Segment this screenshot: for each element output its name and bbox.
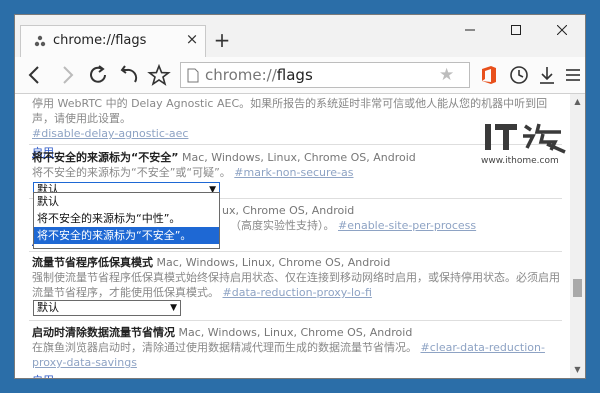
watermark-site-text: www.ithome.com xyxy=(481,156,559,166)
star-icon[interactable] xyxy=(147,64,171,86)
forward-arrow-icon[interactable] xyxy=(55,64,79,86)
clock-icon[interactable] xyxy=(507,64,531,86)
maximize-button[interactable] xyxy=(493,15,539,45)
scroll-down-icon[interactable]: ▼ xyxy=(573,366,582,374)
browser-window: chrome://flags × + chrome://flags ★ 停用 W… xyxy=(14,14,586,379)
url-text: chrome://flags xyxy=(205,66,313,84)
experiment-anchor-link[interactable]: #disable-delay-agnostic-aec xyxy=(32,127,188,140)
experiment-clear-data-savings: 启动时清除数据流量节省情况 Mac, Windows, Linux, Chrom… xyxy=(32,325,562,378)
ithome-watermark: www.ithome.com xyxy=(481,120,573,170)
scroll-up-icon[interactable]: ▲ xyxy=(573,98,582,106)
experiment-name: 将不安全的来源标为“不安全” xyxy=(32,151,179,164)
dropdown-option[interactable]: 默认 xyxy=(34,193,219,210)
mark-non-secure-dropdown[interactable]: 默认 将不安全的来源标为“中性”。 将不安全的来源标为“不安全”。 xyxy=(33,192,220,249)
experiment-anchor-link[interactable]: #enable-site-per-process xyxy=(338,219,476,232)
tab-title: chrome://flags xyxy=(53,33,147,48)
experiment-platforms: Mac, Windows, Linux, Chrome OS, Android xyxy=(156,256,391,269)
data-reduction-lofi-select[interactable]: 默认 ▼ xyxy=(33,300,181,316)
experiment-description: （高度实验性支持）。 xyxy=(230,219,335,232)
enable-link[interactable]: 启用 xyxy=(32,374,54,378)
experiment-anchor-link[interactable]: #data-reduction-proxy-lo-fi xyxy=(223,286,372,299)
maximize-icon xyxy=(511,25,521,35)
divider xyxy=(29,251,562,252)
download-icon[interactable] xyxy=(535,64,559,86)
divider xyxy=(29,320,562,321)
ithome-logo xyxy=(485,123,566,154)
experiment-platforms: Mac, Windows, Linux, Chrome OS, Android xyxy=(181,151,416,164)
new-tab-button[interactable]: + xyxy=(211,29,233,51)
minimize-icon xyxy=(465,29,475,31)
tab-strip: chrome://flags × + xyxy=(15,15,585,57)
dropdown-option-selected[interactable]: 将不安全的来源标为“不安全”。 xyxy=(34,227,219,244)
hamburger-menu-icon[interactable] xyxy=(561,64,585,86)
reload-icon[interactable] xyxy=(87,64,111,86)
flags-favicon-icon xyxy=(34,35,46,47)
tab-close-icon[interactable]: × xyxy=(183,30,201,48)
experiment-platforms: Mac, Windows, Linux, Chrome OS, Android xyxy=(178,326,413,339)
experiment-anchor-link[interactable]: #mark-non-secure-as xyxy=(234,166,353,179)
undo-icon[interactable] xyxy=(117,64,141,86)
chevron-down-icon: ▼ xyxy=(170,303,177,313)
experiment-name: 启动时清除数据流量节省情况 xyxy=(32,326,175,339)
page-icon xyxy=(187,68,199,83)
office-icon[interactable] xyxy=(477,64,501,86)
browser-toolbar: chrome://flags ★ xyxy=(15,57,585,94)
experiment-data-reduction-lofi: 流量节省程序低保真模式 Mac, Windows, Linux, Chrome … xyxy=(32,255,562,300)
experiment-description: 在旗鱼浏览器启动时，清除通过使用数据精减代理而生成的数据流量节省情况。 xyxy=(32,341,417,354)
close-icon xyxy=(556,24,568,36)
minimize-button[interactable] xyxy=(447,15,493,45)
tab-flags[interactable]: chrome://flags × xyxy=(20,25,206,57)
dropdown-option[interactable]: 将不安全的来源标为“中性”。 xyxy=(34,210,219,227)
experiment-platforms: ux, Chrome OS, Android xyxy=(222,204,355,217)
experiment-description: 停用 WebRTC 中的 Delay Agnostic AEC。如果所报告的系统… xyxy=(32,97,548,125)
experiment-description: 将不安全的来源标为“不安全”或“可疑”。 xyxy=(32,166,231,179)
address-bar[interactable]: chrome://flags ★ xyxy=(180,62,470,88)
scrollbar-thumb[interactable] xyxy=(573,279,582,297)
omnibox-star-icon[interactable]: ★ xyxy=(439,65,454,85)
experiment-name: 流量节省程序低保真模式 xyxy=(32,256,153,269)
close-window-button[interactable] xyxy=(539,15,585,45)
back-arrow-icon[interactable] xyxy=(23,64,47,86)
